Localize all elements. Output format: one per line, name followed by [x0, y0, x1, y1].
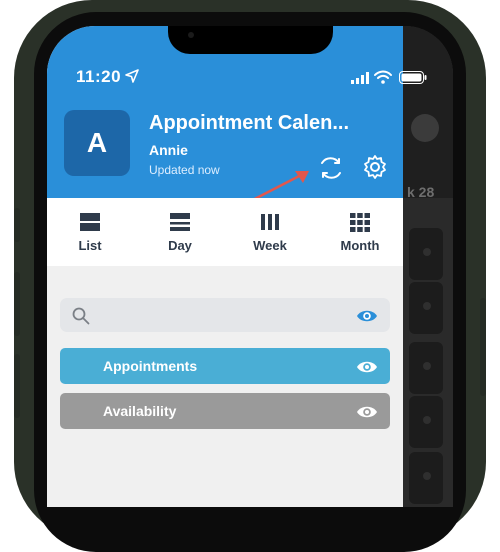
account-avatar[interactable]: A	[64, 110, 130, 176]
view-label: Month	[340, 238, 380, 253]
day-icon	[170, 213, 190, 231]
status-bar	[47, 26, 453, 70]
view-tab-month[interactable]: Month	[325, 212, 395, 253]
refresh-icon[interactable]	[317, 154, 345, 182]
eye-icon[interactable]	[356, 309, 378, 323]
list-icon	[80, 213, 100, 231]
user-name: Annie	[149, 142, 188, 158]
background-card	[409, 342, 443, 394]
volume-up-button	[14, 272, 20, 336]
calendar-label: Availability	[103, 403, 177, 419]
week-icon	[261, 214, 279, 230]
view-switcher: List Day Week Month	[47, 198, 403, 266]
sync-status: Updated now	[149, 163, 220, 177]
eye-icon[interactable]	[356, 405, 378, 419]
power-button	[480, 298, 486, 396]
camera-notch	[168, 26, 333, 54]
phone-screen: k 28 A Appointment Calen... Annie Update…	[47, 26, 453, 507]
view-tab-list[interactable]: List	[55, 212, 125, 253]
view-label: List	[78, 238, 102, 253]
calendar-item-availability[interactable]: Availability	[60, 393, 390, 429]
mute-switch	[14, 208, 20, 242]
background-avatar	[411, 114, 439, 142]
calendar-title: Appointment Calen...	[149, 112, 349, 134]
calendar-search	[60, 298, 390, 334]
search-input[interactable]	[98, 298, 352, 334]
month-icon	[350, 213, 370, 232]
search-icon	[72, 307, 90, 325]
background-card	[409, 282, 443, 334]
background-week-label: k 28	[407, 184, 435, 200]
background-app: k 28	[403, 26, 453, 507]
view-tab-week[interactable]: Week	[235, 212, 305, 253]
background-card	[409, 228, 443, 280]
calendar-label: Appointments	[103, 358, 198, 374]
volume-down-button	[14, 354, 20, 418]
gear-icon[interactable]	[362, 154, 388, 180]
calendar-item-appointments[interactable]: Appointments	[60, 348, 390, 384]
background-card	[409, 452, 443, 504]
view-tab-day[interactable]: Day	[145, 212, 215, 253]
background-card	[409, 396, 443, 448]
eye-icon[interactable]	[356, 360, 378, 374]
view-label: Week	[253, 238, 287, 253]
view-label: Day	[168, 238, 192, 253]
calendar-sidebar: A Appointment Calen... Annie Updated now	[47, 26, 403, 507]
